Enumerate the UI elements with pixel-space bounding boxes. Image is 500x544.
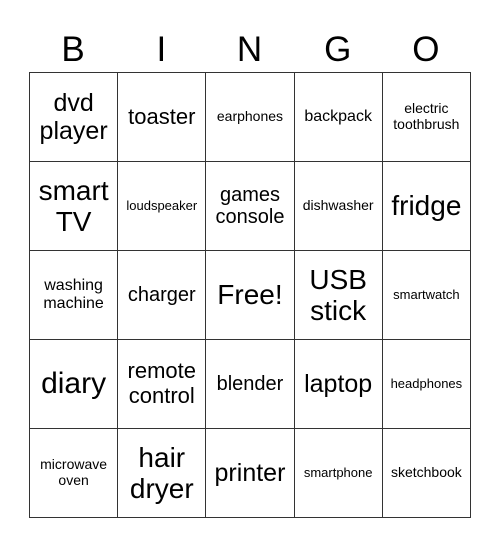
header-letter-b: B <box>61 30 85 69</box>
bingo-cell[interactable]: electric toothbrush <box>381 72 472 162</box>
header-letter-g: G <box>324 30 352 69</box>
bingo-cell[interactable]: games console <box>205 161 295 251</box>
bingo-cell[interactable]: earphones <box>205 72 295 162</box>
bingo-cell[interactable]: dishwasher <box>293 161 383 251</box>
bingo-cell[interactable]: smart TV <box>28 161 119 251</box>
bingo-cell[interactable]: washing machine <box>28 250 119 340</box>
header-letter-i: I <box>156 30 167 69</box>
bingo-cell[interactable]: laptop <box>293 339 383 429</box>
bingo-cell[interactable]: printer <box>205 428 295 518</box>
bingo-cell[interactable]: microwave oven <box>28 428 119 518</box>
bingo-cell[interactable]: smartphone <box>293 428 383 518</box>
bingo-cell[interactable]: smartwatch <box>381 250 472 340</box>
bingo-cell[interactable]: headphones <box>381 339 472 429</box>
bingo-cell[interactable]: dvd player <box>28 72 119 162</box>
bingo-cell[interactable]: charger <box>117 250 207 340</box>
bingo-cell[interactable]: loudspeaker <box>117 161 207 251</box>
bingo-cell[interactable]: blender <box>205 339 295 429</box>
grid-row: diary remote control blender laptop head… <box>28 339 472 429</box>
bingo-cell[interactable]: remote control <box>117 339 207 429</box>
grid-row: smart TV loudspeaker games console dishw… <box>28 161 472 251</box>
bingo-cell[interactable]: sketchbook <box>381 428 472 518</box>
bingo-cell[interactable]: backpack <box>293 72 383 162</box>
bingo-cell[interactable]: fridge <box>381 161 472 251</box>
bingo-header: B I N G O <box>29 28 470 72</box>
bingo-cell[interactable]: diary <box>28 339 119 429</box>
bingo-cell[interactable]: USB stick <box>293 250 383 340</box>
free-space-cell[interactable]: Free! <box>205 250 295 340</box>
bingo-cell[interactable]: hair dryer <box>117 428 207 518</box>
grid-row: washing machine charger Free! USB stick … <box>28 250 472 340</box>
grid-row: dvd player toaster earphones backpack el… <box>28 72 472 162</box>
bingo-cell[interactable]: toaster <box>117 72 207 162</box>
header-letter-n: N <box>236 30 263 69</box>
bingo-grid: dvd player toaster earphones backpack el… <box>28 72 472 518</box>
header-letter-o: O <box>412 30 440 69</box>
grid-row: microwave oven hair dryer printer smartp… <box>28 428 472 518</box>
